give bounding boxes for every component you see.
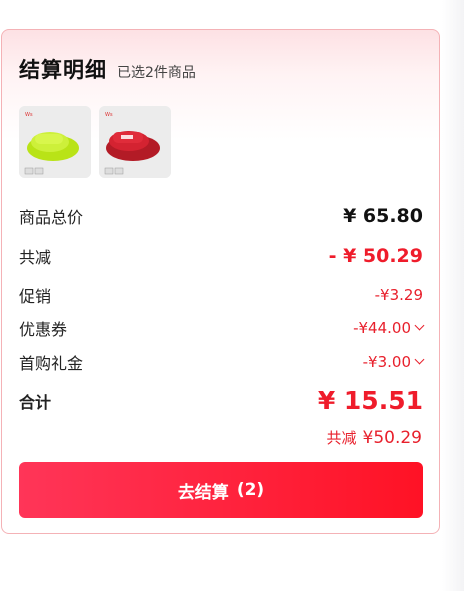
subtotal-value: ¥ 65.80 (343, 205, 423, 227)
discount-total-value: - ¥ 50.29 (328, 245, 423, 267)
product-thumbnail[interactable]: Ws (99, 106, 171, 178)
checkout-count: (2) (236, 480, 265, 500)
coupon-row[interactable]: 优惠券 -¥44.00 (19, 316, 425, 340)
checkout-label: 去结算 (177, 482, 229, 503)
subtotal-row: 商品总价 ¥ 65.80 (19, 204, 423, 228)
product-thumbnail[interactable]: Ws (19, 106, 91, 178)
promotion-row: 促销 -¥3.29 (19, 283, 423, 307)
first-purchase-value-group[interactable]: -¥3.00 (362, 353, 425, 371)
total-label: 合计 (19, 392, 52, 412)
svg-text:Ws: Ws (105, 112, 113, 118)
card-header: 结算明细 已选2件商品 (19, 54, 196, 84)
subtotal-label: 商品总价 (19, 208, 84, 227)
svg-text:Ws: Ws (25, 112, 33, 118)
first-purchase-row[interactable]: 首购礼金 -¥3.00 (19, 350, 425, 374)
saved-label: 共减 (326, 429, 357, 447)
chevron-down-icon[interactable] (414, 320, 425, 331)
promotion-value: -¥3.29 (374, 286, 423, 304)
selected-count: 已选2件商品 (117, 65, 196, 81)
first-purchase-label: 首购礼金 (19, 354, 84, 373)
checkout-button[interactable]: 去结算 (2) (19, 462, 423, 518)
product-thumbnails: Ws Ws (19, 106, 171, 178)
chevron-down-icon[interactable] (414, 354, 425, 365)
first-purchase-value: -¥3.00 (362, 353, 411, 371)
discount-total-label: 共减 (19, 248, 52, 267)
background-edge (442, 0, 464, 591)
saved-summary: 共减 ¥50.29 (327, 427, 423, 448)
total-row: 合计 ¥ 15.51 (19, 386, 423, 415)
total-value: ¥ 15.51 (317, 386, 423, 415)
settlement-card: 结算明细 已选2件商品 Ws Ws 商品总价 ¥ 65.80 共减 - ¥ 50… (1, 29, 440, 534)
coupon-label: 优惠券 (19, 320, 68, 339)
discount-total-row: 共减 - ¥ 50.29 (19, 244, 423, 268)
saved-value: ¥50.29 (362, 428, 422, 448)
lime-slipper-product-image: Ws (19, 106, 91, 178)
coupon-value: -¥44.00 (353, 319, 411, 337)
red-slipper-product-image: Ws (99, 106, 171, 178)
promotion-label: 促销 (19, 287, 52, 306)
coupon-value-group[interactable]: -¥44.00 (353, 319, 425, 337)
card-title: 结算明细 (19, 58, 107, 82)
